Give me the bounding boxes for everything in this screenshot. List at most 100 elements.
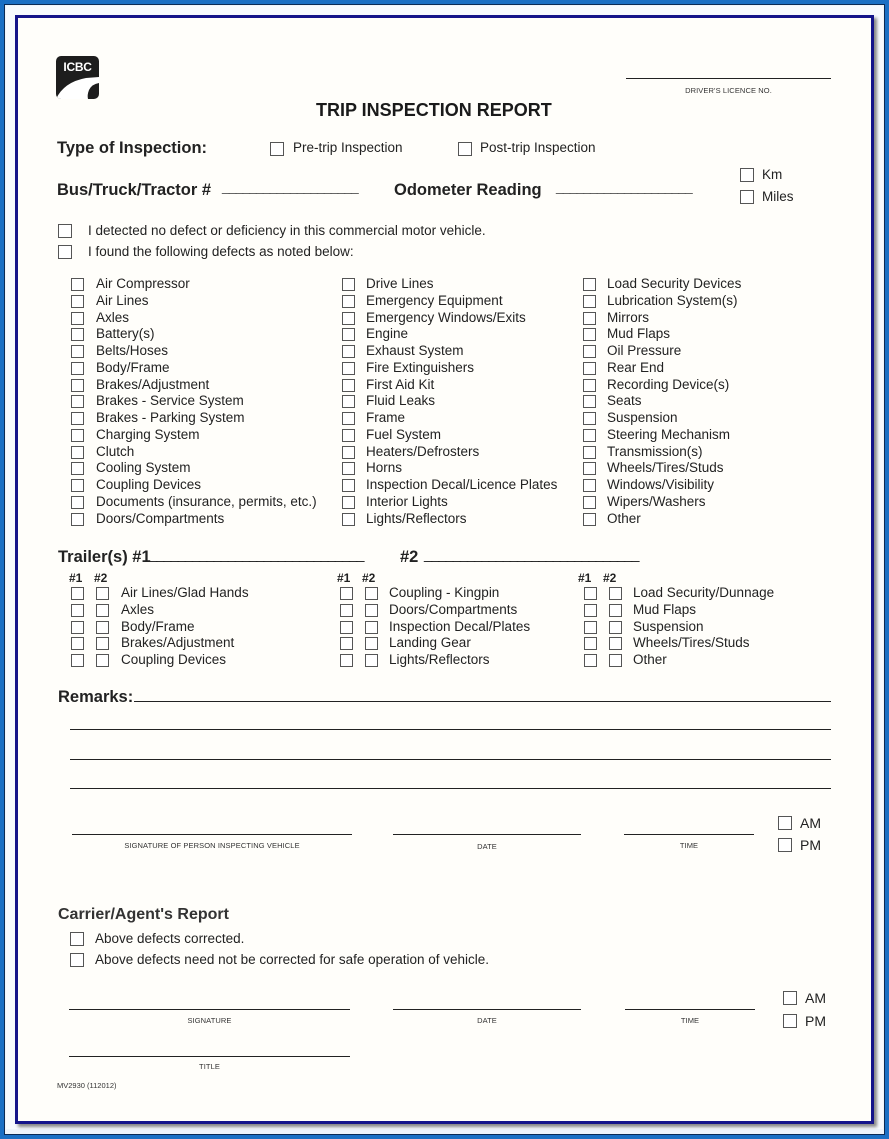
- defect-checkbox[interactable]: [71, 395, 84, 409]
- trailer2-checkbox[interactable]: [365, 620, 378, 634]
- trailer2-checkbox[interactable]: [365, 637, 378, 651]
- defect-checkbox[interactable]: [583, 378, 596, 392]
- bus-number-field[interactable]: ____________________: [222, 178, 359, 194]
- defects-not-needed-checkbox[interactable]: [70, 953, 84, 967]
- trailer2-checkbox[interactable]: [365, 587, 378, 600]
- defect-checkbox[interactable]: [71, 479, 84, 492]
- defect-checkbox[interactable]: [71, 412, 84, 425]
- trailer1-checkbox[interactable]: [584, 654, 597, 667]
- trailer2-checkbox[interactable]: [609, 603, 622, 617]
- defect-checkbox[interactable]: [71, 378, 84, 392]
- defect-checkbox[interactable]: [71, 278, 84, 291]
- defect-checkbox[interactable]: [71, 361, 84, 375]
- defect-checkbox[interactable]: [583, 345, 596, 358]
- defect-checkbox[interactable]: [342, 462, 355, 476]
- defect-checkbox[interactable]: [342, 512, 355, 526]
- km-checkbox[interactable]: [740, 168, 754, 182]
- trailer1-checkbox[interactable]: [340, 603, 353, 617]
- defect-checkbox[interactable]: [342, 445, 355, 459]
- trailer1-checkbox[interactable]: [71, 654, 84, 667]
- trailer2-checkbox[interactable]: [96, 587, 109, 600]
- defects-found-checkbox[interactable]: [58, 245, 72, 259]
- trailer1-checkbox[interactable]: [71, 637, 84, 651]
- defect-checkbox[interactable]: [583, 412, 596, 425]
- defect-checkbox[interactable]: [71, 428, 84, 442]
- inspector-am-checkbox[interactable]: [778, 816, 792, 830]
- trailer1-checkbox[interactable]: [340, 654, 353, 667]
- defect-checkbox[interactable]: [583, 462, 596, 476]
- miles-checkbox[interactable]: [740, 190, 754, 204]
- defect-checkbox[interactable]: [71, 495, 84, 509]
- defect-checkbox[interactable]: [342, 294, 355, 308]
- carrier-am-checkbox[interactable]: [783, 991, 797, 1005]
- trailer2-checkbox[interactable]: [96, 603, 109, 617]
- trailer2-checkbox[interactable]: [609, 620, 622, 634]
- trailer2-checkbox[interactable]: [365, 654, 378, 667]
- trailer1-checkbox[interactable]: [71, 587, 84, 600]
- trailer2-field[interactable]: ______________________________: [424, 546, 639, 563]
- odometer-field[interactable]: ____________________: [556, 178, 693, 194]
- carrier-title-line[interactable]: [69, 1056, 350, 1057]
- defect-checkbox[interactable]: [71, 328, 84, 342]
- defect-checkbox[interactable]: [71, 294, 84, 308]
- defect-checkbox[interactable]: [342, 345, 355, 358]
- drivers-licence-line[interactable]: [626, 78, 831, 79]
- defect-checkbox[interactable]: [342, 428, 355, 442]
- carrier-time-line[interactable]: [625, 1009, 755, 1010]
- trailer1-checkbox[interactable]: [71, 603, 84, 617]
- carrier-signature-line[interactable]: [69, 1009, 350, 1010]
- inspector-date-line[interactable]: [393, 834, 581, 835]
- defect-checkbox[interactable]: [583, 512, 596, 526]
- defect-checkbox[interactable]: [71, 462, 84, 476]
- trailer1-checkbox[interactable]: [584, 587, 597, 600]
- defects-corrected-checkbox[interactable]: [70, 932, 84, 946]
- defect-checkbox[interactable]: [342, 479, 355, 492]
- post-trip-checkbox[interactable]: [458, 142, 472, 156]
- defect-checkbox[interactable]: [342, 311, 355, 325]
- defect-checkbox[interactable]: [583, 278, 596, 291]
- carrier-pm-checkbox[interactable]: [783, 1014, 797, 1028]
- trailer1-checkbox[interactable]: [340, 637, 353, 651]
- remarks-line-4[interactable]: [70, 788, 831, 789]
- defect-checkbox[interactable]: [583, 395, 596, 409]
- no-defect-checkbox[interactable]: [58, 224, 72, 238]
- defect-checkbox[interactable]: [583, 495, 596, 509]
- remarks-line-2[interactable]: [70, 729, 831, 730]
- defect-checkbox[interactable]: [342, 395, 355, 409]
- defect-checkbox[interactable]: [583, 445, 596, 459]
- trailer1-checkbox[interactable]: [71, 620, 84, 634]
- trailer2-checkbox[interactable]: [609, 587, 622, 600]
- defect-checkbox[interactable]: [71, 512, 84, 526]
- trailer1-checkbox[interactable]: [584, 620, 597, 634]
- inspector-time-line[interactable]: [624, 834, 754, 835]
- defect-checkbox[interactable]: [583, 328, 596, 342]
- trailer1-checkbox[interactable]: [584, 603, 597, 617]
- trailer2-checkbox[interactable]: [365, 603, 378, 617]
- pre-trip-checkbox[interactable]: [270, 142, 284, 156]
- defect-checkbox[interactable]: [71, 345, 84, 358]
- defect-checkbox[interactable]: [583, 311, 596, 325]
- defect-checkbox[interactable]: [583, 361, 596, 375]
- remarks-line-3[interactable]: [70, 759, 831, 760]
- trailer2-checkbox[interactable]: [96, 637, 109, 651]
- trailer2-checkbox[interactable]: [609, 654, 622, 667]
- inspector-signature-line[interactable]: [72, 834, 352, 835]
- trailer2-checkbox[interactable]: [96, 654, 109, 667]
- defect-checkbox[interactable]: [342, 328, 355, 342]
- trailer1-checkbox[interactable]: [340, 587, 353, 600]
- defect-checkbox[interactable]: [342, 495, 355, 509]
- trailer2-checkbox[interactable]: [609, 637, 622, 651]
- carrier-date-line[interactable]: [393, 1009, 581, 1010]
- trailer1-checkbox[interactable]: [340, 620, 353, 634]
- trailer1-checkbox[interactable]: [584, 637, 597, 651]
- trailer1-field[interactable]: ______________________________: [149, 546, 364, 563]
- defect-checkbox[interactable]: [583, 294, 596, 308]
- defect-checkbox[interactable]: [71, 445, 84, 459]
- defect-checkbox[interactable]: [342, 278, 355, 291]
- defect-checkbox[interactable]: [583, 479, 596, 492]
- remarks-line-1[interactable]: [134, 701, 831, 702]
- defect-checkbox[interactable]: [583, 428, 596, 442]
- defect-checkbox[interactable]: [71, 311, 84, 325]
- defect-checkbox[interactable]: [342, 412, 355, 425]
- defect-checkbox[interactable]: [342, 361, 355, 375]
